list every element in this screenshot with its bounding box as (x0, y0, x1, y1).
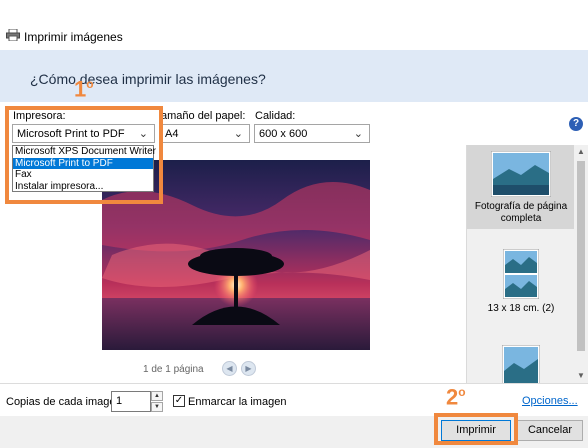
layout-item-full-page[interactable]: Fotografía de página completa (467, 145, 575, 229)
chevron-down-icon: ⌄ (233, 128, 243, 140)
annotation-badge-2: 2o (446, 384, 466, 410)
layout-item-3[interactable] (467, 345, 575, 385)
copies-label: Copias de cada imagen: (6, 396, 125, 408)
landscape-thumbnail (491, 151, 551, 197)
annotation-badge-1: 1o (74, 76, 94, 102)
scroll-down-icon[interactable]: ▼ (574, 369, 588, 383)
portrait-thumbnail (502, 345, 540, 385)
paper-size-label: amaño del papel: (161, 110, 246, 122)
scroll-up-icon[interactable]: ▲ (574, 145, 588, 159)
help-icon[interactable]: ? (569, 117, 583, 131)
paper-size-selected: A4 (165, 128, 179, 140)
chevron-down-icon: ⌄ (353, 128, 363, 140)
options-link[interactable]: Opciones... (522, 395, 578, 407)
printer-icon (6, 29, 20, 41)
annotation-box-1 (5, 106, 163, 204)
bottom-bar: Copias de cada imagen: 1 ▲ ▼ ✓ Enmarcar … (0, 383, 588, 416)
spin-down-icon[interactable]: ▼ (151, 402, 163, 412)
page-count: 1 de 1 página (143, 364, 204, 375)
quality-selected: 600 x 600 (259, 128, 308, 140)
quality-label: Calidad: (255, 110, 296, 122)
copies-input[interactable]: 1 (111, 391, 151, 412)
layout-caption: 13 x 18 cm. (2) (487, 303, 555, 314)
title-bar: Imprimir imágenes (0, 0, 588, 44)
window-title: Imprimir imágenes (24, 30, 123, 44)
annotation-box-2 (434, 413, 518, 445)
frame-checkbox[interactable]: ✓ (173, 395, 185, 407)
next-page-icon[interactable]: ▶ (241, 361, 256, 376)
previous-page-icon[interactable]: ◀ (222, 361, 237, 376)
portrait-thumbnail (503, 249, 539, 299)
scroll-thumb[interactable] (577, 161, 585, 351)
layout-item-13x18[interactable]: 13 x 18 cm. (2) (467, 243, 575, 319)
layout-scrollbar[interactable]: ▲ ▼ (574, 145, 588, 383)
page-question: ¿Cómo desea imprimir las imágenes? (30, 71, 266, 87)
paper-size-dropdown[interactable]: A4 ⌄ (160, 124, 250, 143)
cancel-button[interactable]: Cancelar (517, 420, 583, 441)
spin-up-icon[interactable]: ▲ (151, 391, 163, 401)
layout-caption: Fotografía de página completa (474, 201, 568, 224)
layout-pane: Fotografía de página completa 13 x 18 cm… (466, 145, 575, 385)
quality-dropdown[interactable]: 600 x 600 ⌄ (254, 124, 370, 143)
frame-label: Enmarcar la imagen (188, 396, 287, 408)
